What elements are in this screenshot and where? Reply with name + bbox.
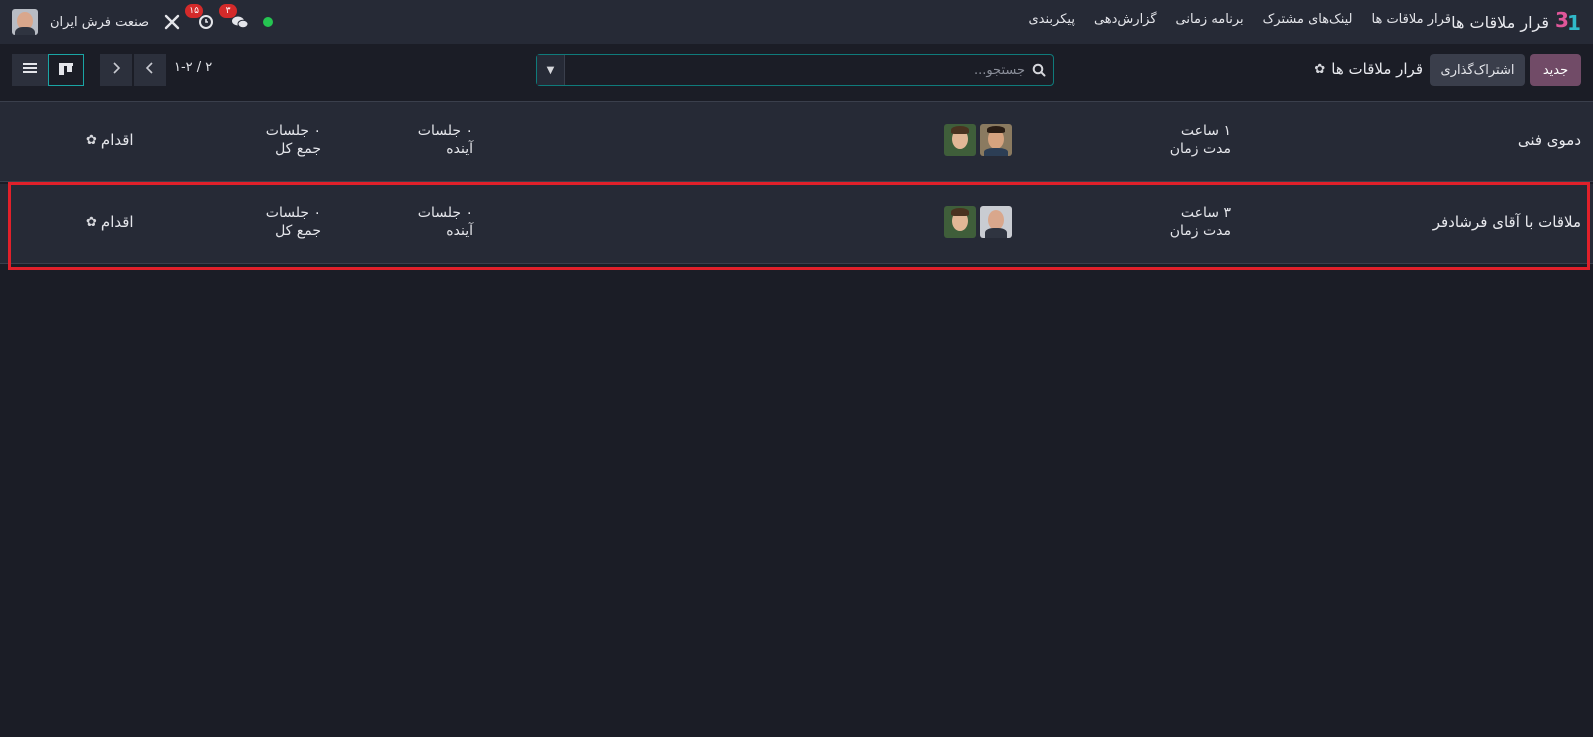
share-button[interactable]: اشتراک‌گذاری <box>1430 54 1525 86</box>
menu-item-reporting[interactable]: گزارش‌دهی <box>1094 12 1157 27</box>
top-navbar: 31 قرار ملاقات ها قرار ملاقات ها لینک‌ها… <box>0 0 1593 44</box>
duration-label: مدت زمان <box>1169 223 1231 239</box>
new-button[interactable]: جدید <box>1530 54 1581 86</box>
menu-item-configuration[interactable]: پیکربندی <box>1029 12 1075 27</box>
action-label: اقدام <box>100 131 134 149</box>
upcoming-stat: ۰ جلسات آینده <box>418 122 473 158</box>
gear-icon: ✿ <box>86 214 97 230</box>
list-view-button[interactable] <box>12 54 48 86</box>
main-menu: قرار ملاقات ها لینک‌های مشترک برنامه زما… <box>1029 12 1452 27</box>
action-label: اقدام <box>100 213 134 231</box>
list-icon <box>22 61 38 80</box>
pager-value[interactable]: ۱-۲ / ۲ <box>174 60 212 75</box>
control-panel: جدید اشتراک‌گذاری قرار ملاقات ها ✿ ▼ ۱-۲… <box>0 44 1593 102</box>
total-label: جمع کل <box>275 223 321 239</box>
messages-icon[interactable]: ۳ <box>219 4 251 33</box>
tools-icon[interactable] <box>161 11 183 33</box>
messages-badge: ۳ <box>219 4 238 18</box>
kanban-icon <box>58 61 74 80</box>
chevron-right-icon <box>111 61 121 79</box>
action-button[interactable]: اقدام ✿ <box>86 131 134 149</box>
systray: صنعت فرش ایران ۱۵ ۳ <box>12 4 274 36</box>
caret-down-icon: ▼ <box>546 64 555 76</box>
total-label: جمع کل <box>275 141 321 157</box>
presence-status-icon <box>263 17 274 27</box>
duration-stat: ۱ ساعت مدت زمان <box>1170 122 1231 158</box>
staff-avatar <box>980 206 1012 238</box>
total-value: ۰ جلسات <box>265 205 321 221</box>
appointment-name[interactable]: دموی فنی <box>1518 131 1581 149</box>
upcoming-value: ۰ جلسات <box>417 205 473 221</box>
staff-avatar <box>944 124 976 156</box>
appointment-name[interactable]: ملاقات با آقای فرشادفر <box>1433 213 1581 231</box>
duration-value: ۳ ساعت <box>1180 205 1231 221</box>
activity-clock-icon[interactable]: ۱۵ <box>185 4 217 33</box>
staff-avatar <box>980 124 1012 156</box>
list-item[interactable]: ملاقات با آقای فرشادفر ۳ ساعت مدت زمان ۰… <box>0 184 1593 264</box>
page-title: قرار ملاقات ها <box>1331 60 1423 78</box>
app-title[interactable]: قرار ملاقات ها <box>1451 13 1549 32</box>
breadcrumb: قرار ملاقات ها ✿ <box>1314 60 1423 78</box>
pager-previous-button[interactable] <box>100 54 132 86</box>
menu-item-schedule[interactable]: برنامه زمانی <box>1176 12 1244 27</box>
gear-icon[interactable]: ✿ <box>1314 62 1325 77</box>
total-value: ۰ جلسات <box>265 123 321 139</box>
search-bar: ▼ <box>536 54 1054 86</box>
gear-icon: ✿ <box>86 132 97 148</box>
upcoming-label: آینده <box>446 141 473 157</box>
upcoming-stat: ۰ جلسات آینده <box>418 204 473 240</box>
duration-label: مدت زمان <box>1169 141 1231 157</box>
upcoming-label: آینده <box>446 223 473 239</box>
company-switcher[interactable]: صنعت فرش ایران <box>50 15 149 30</box>
user-avatar[interactable] <box>12 9 38 35</box>
pager-next-button[interactable] <box>134 54 166 86</box>
list-item[interactable]: دموی فنی ۱ ساعت مدت زمان ۰ جلسات آینده ۰… <box>0 102 1593 182</box>
staff-avatars <box>944 124 1012 156</box>
duration-stat: ۳ ساعت مدت زمان <box>1170 204 1231 240</box>
search-options-toggle[interactable]: ▼ <box>537 55 565 85</box>
activity-badge: ۱۵ <box>185 4 204 18</box>
menu-item-shared-links[interactable]: لینک‌های مشترک <box>1263 12 1353 27</box>
duration-value: ۱ ساعت <box>1180 123 1231 139</box>
kanban-view-button[interactable] <box>48 54 84 86</box>
action-button[interactable]: اقدام ✿ <box>86 213 134 231</box>
staff-avatars <box>944 206 1012 238</box>
total-stat: ۰ جلسات جمع کل <box>266 204 321 240</box>
menu-item-appointments[interactable]: قرار ملاقات ها <box>1372 12 1452 27</box>
chevron-left-icon <box>145 61 155 79</box>
staff-avatar <box>944 206 976 238</box>
search-icon[interactable] <box>1025 55 1053 85</box>
upcoming-value: ۰ جلسات <box>417 123 473 139</box>
calendar-logo-icon[interactable]: 31 <box>1555 8 1581 35</box>
app-brand[interactable]: 31 قرار ملاقات ها <box>1451 8 1581 36</box>
total-stat: ۰ جلسات جمع کل <box>266 122 321 158</box>
search-input[interactable] <box>565 55 1025 85</box>
